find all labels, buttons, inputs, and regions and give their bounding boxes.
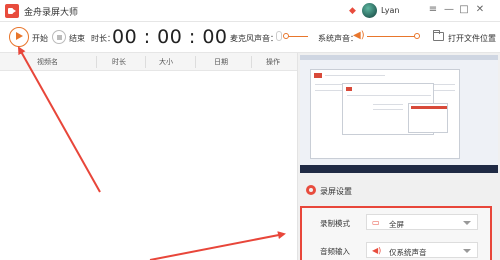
- maximize-icon[interactable]: □: [458, 4, 470, 16]
- column-divider: [96, 56, 97, 68]
- audio-input-value: 仅系统声音: [389, 248, 427, 257]
- app-title: 金舟录屏大师: [24, 8, 79, 18]
- audio-input-dropdown[interactable]: ◀) 仅系统声音: [366, 242, 478, 258]
- column-header-date[interactable]: 日期: [214, 57, 228, 67]
- start-label[interactable]: 开始: [32, 33, 48, 44]
- record-mode-value: 全屏: [389, 220, 404, 229]
- toolbar: 开始 结束 时长： 00 : 00 : 00 麦克风声音： 系统声音： ◀) 打…: [0, 22, 500, 53]
- start-record-button[interactable]: [9, 27, 29, 47]
- column-divider: [251, 56, 252, 68]
- record-settings-box: 录制模式 ▭ 全屏 音频输入 ◀) 仅系统声音: [300, 206, 492, 260]
- audio-input-label: 音频输入: [320, 247, 350, 256]
- stop-record-button[interactable]: [52, 30, 66, 44]
- chevron-down-icon: [463, 221, 471, 225]
- record-mode-label: 录制模式: [320, 219, 350, 228]
- open-folder-button[interactable]: 打开文件位置: [448, 33, 496, 44]
- app-logo-icon: [5, 4, 19, 18]
- menu-icon[interactable]: ≡: [427, 4, 439, 16]
- preview-dialog-icon: [346, 87, 352, 91]
- system-volume-label: 系统声音：: [318, 34, 358, 43]
- column-divider: [195, 56, 196, 68]
- title-bar: 金舟录屏大师 ◆ Lyan ≡ — □ ✕: [0, 0, 500, 22]
- preview-panel: [408, 103, 448, 133]
- mic-volume-label: 麦克风声音：: [230, 34, 278, 43]
- speaker-icon[interactable]: ◀): [353, 31, 365, 41]
- system-volume-knob[interactable]: [414, 33, 420, 39]
- settings-gear-icon: [306, 185, 316, 195]
- preview-taskbar: [300, 165, 498, 173]
- mic-volume-knob[interactable]: [283, 33, 289, 39]
- microphone-icon[interactable]: [276, 31, 282, 41]
- chevron-down-icon: [463, 249, 471, 253]
- column-header-actions[interactable]: 操作: [266, 57, 280, 67]
- record-settings-header: 录屏设置: [300, 182, 498, 200]
- column-header-name[interactable]: 视频名: [37, 57, 58, 67]
- folder-icon[interactable]: [433, 30, 444, 41]
- speaker-icon: ◀): [372, 246, 382, 255]
- record-timer: 00 : 00 : 00: [112, 26, 228, 48]
- vip-diamond-icon[interactable]: ◆: [349, 6, 356, 16]
- preview-text-line: [373, 104, 403, 105]
- system-volume-slider[interactable]: [367, 36, 417, 37]
- column-header-size[interactable]: 大小: [159, 57, 173, 67]
- video-list: [0, 71, 297, 260]
- video-list-header: 视频名 时长 大小 日期 操作: [0, 53, 297, 71]
- close-icon[interactable]: ✕: [474, 4, 486, 16]
- minimize-icon[interactable]: —: [443, 4, 455, 16]
- column-header-duration[interactable]: 时长: [112, 57, 126, 67]
- preview-text-line: [373, 109, 403, 110]
- preview-text-line: [347, 95, 431, 96]
- preview-text-line: [325, 75, 385, 76]
- mic-volume-slider[interactable]: [286, 36, 308, 37]
- record-settings-title: 录屏设置: [320, 187, 352, 196]
- preview-top-bar: [300, 55, 498, 60]
- stop-label[interactable]: 结束: [69, 33, 85, 44]
- user-name[interactable]: Lyan: [381, 6, 399, 15]
- preview-panel-header: [411, 106, 447, 109]
- avatar[interactable]: [362, 3, 377, 18]
- column-divider: [145, 56, 146, 68]
- screen-preview: [300, 55, 498, 173]
- preview-app-icon: [314, 73, 322, 78]
- monitor-icon: ▭: [372, 218, 380, 227]
- record-mode-dropdown[interactable]: ▭ 全屏: [366, 214, 478, 230]
